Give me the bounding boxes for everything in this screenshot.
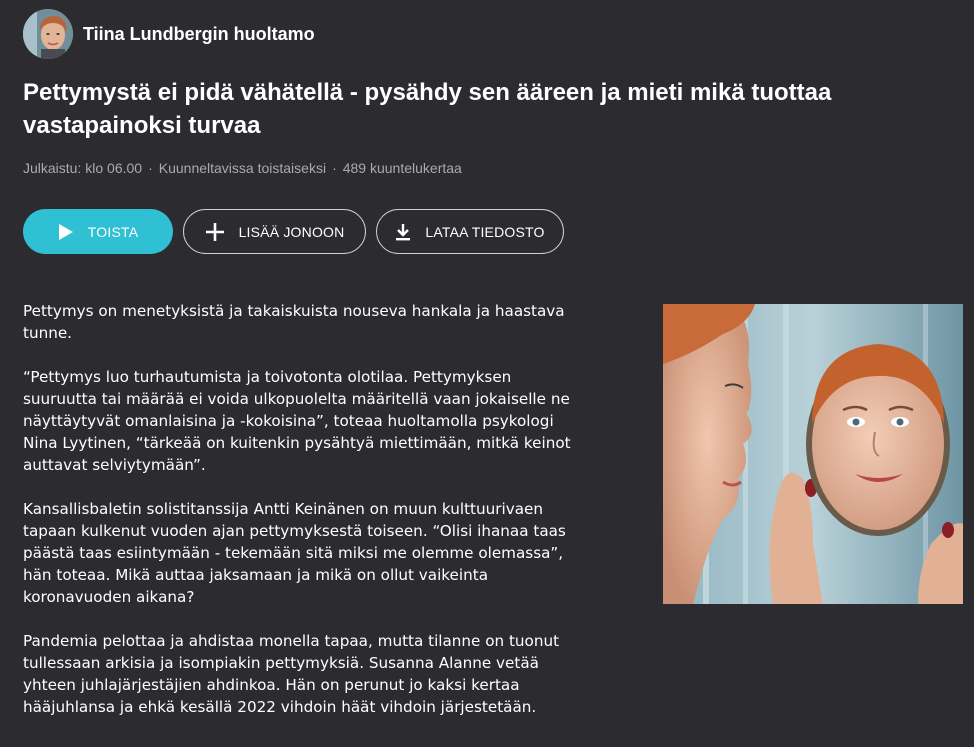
add-to-queue-button[interactable]: LISÄÄ JONOON [183, 209, 366, 254]
add-to-queue-label: LISÄÄ JONOON [238, 223, 345, 240]
series-avatar[interactable] [23, 9, 73, 59]
episode-page: Tiina Lundbergin huoltamo Pettymystä ei … [0, 0, 974, 747]
download-icon [395, 223, 411, 241]
play-label: TOISTA [87, 223, 139, 240]
meta-separator: · [148, 160, 153, 176]
host-portrait-icon [23, 9, 73, 59]
series-title[interactable]: Tiina Lundbergin huoltamo [83, 24, 315, 45]
episode-description: Pettymys on menetyksistä ja takaiskuista… [23, 300, 583, 740]
woman-with-mirror-image [663, 304, 963, 604]
listen-count: 489 kuuntelukertaa [342, 160, 462, 176]
description-paragraph: Pettymys on menetyksistä ja takaiskuista… [23, 302, 565, 342]
episode-actions: TOISTA LISÄÄ JONOON LATAA TIEDOSTO [23, 209, 564, 254]
play-icon [58, 223, 74, 241]
series-header[interactable]: Tiina Lundbergin huoltamo [23, 9, 315, 59]
download-label: LATAA TIEDOSTO [425, 223, 545, 240]
description-paragraph: “Pettymys luo turhautumista ja toivotont… [23, 368, 571, 474]
description-paragraph: Kansallisbaletin solistitanssija Antti K… [23, 500, 566, 606]
episode-image [663, 304, 963, 604]
description-paragraph: Pandemia pelottaa ja ahdistaa monella ta… [23, 632, 560, 716]
availability-text: Kuunneltavissa toistaiseksi [158, 160, 327, 176]
plus-icon [205, 222, 225, 242]
meta-separator: · [332, 160, 337, 176]
episode-title: Pettymystä ei pidä vähätellä - pysähdy s… [23, 79, 832, 139]
episode-meta: Julkaistu: klo 06.00 · Kuunneltavissa to… [23, 160, 462, 176]
published-time: Julkaistu: klo 06.00 [23, 160, 143, 176]
download-button[interactable]: LATAA TIEDOSTO [376, 209, 564, 254]
play-button[interactable]: TOISTA [23, 209, 173, 254]
